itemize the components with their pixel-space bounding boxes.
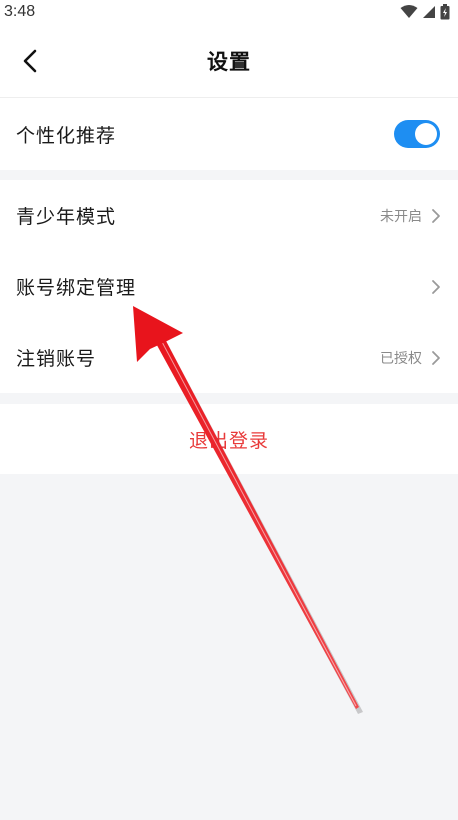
status-time: 3:48: [4, 3, 36, 20]
chevron-right-icon: [432, 279, 440, 294]
personalized-toggle[interactable]: [394, 120, 440, 148]
youth-mode-status: 未开启: [380, 208, 422, 225]
account-binding-label: 账号绑定管理: [16, 277, 137, 299]
chevron-right-icon: [432, 350, 440, 365]
signal-icon: [423, 6, 435, 18]
settings-list: 青少年模式 未开启 账号绑定管理 注销账号 已授权: [0, 180, 458, 393]
deregister-row[interactable]: 注销账号 已授权: [0, 322, 458, 393]
logout-label: 退出登录: [188, 429, 269, 452]
personalized-row: 个性化推荐: [0, 98, 458, 170]
personalized-section: 个性化推荐: [0, 98, 458, 170]
account-binding-right: [430, 278, 442, 296]
logout-button[interactable]: 退出登录: [0, 404, 458, 474]
personalized-label: 个性化推荐: [16, 124, 117, 147]
toggle-knob: [415, 123, 437, 145]
account-binding-row[interactable]: 账号绑定管理: [0, 251, 458, 322]
deregister-status: 已授权: [380, 350, 422, 367]
page-title: 设置: [207, 49, 251, 74]
battery-icon: [440, 4, 450, 20]
status-bar: 3:48: [0, 0, 458, 24]
chevron-left-icon: [23, 49, 37, 73]
youth-mode-label: 青少年模式: [16, 206, 117, 228]
nav-bar: 设置: [0, 24, 458, 98]
settings-page: 3:48 设置 个性化推荐 青少年模式 未开启 账号绑定管理 注销账号 已授权 …: [0, 0, 458, 820]
deregister-label: 注销账号: [16, 348, 97, 370]
youth-mode-right: 未开启: [380, 206, 442, 226]
youth-mode-row[interactable]: 青少年模式 未开启: [0, 180, 458, 251]
deregister-right: 已授权: [380, 348, 442, 368]
chevron-right-icon: [432, 208, 440, 223]
wifi-icon: [400, 5, 418, 18]
status-icons: [400, 4, 450, 20]
back-button[interactable]: [10, 41, 50, 81]
